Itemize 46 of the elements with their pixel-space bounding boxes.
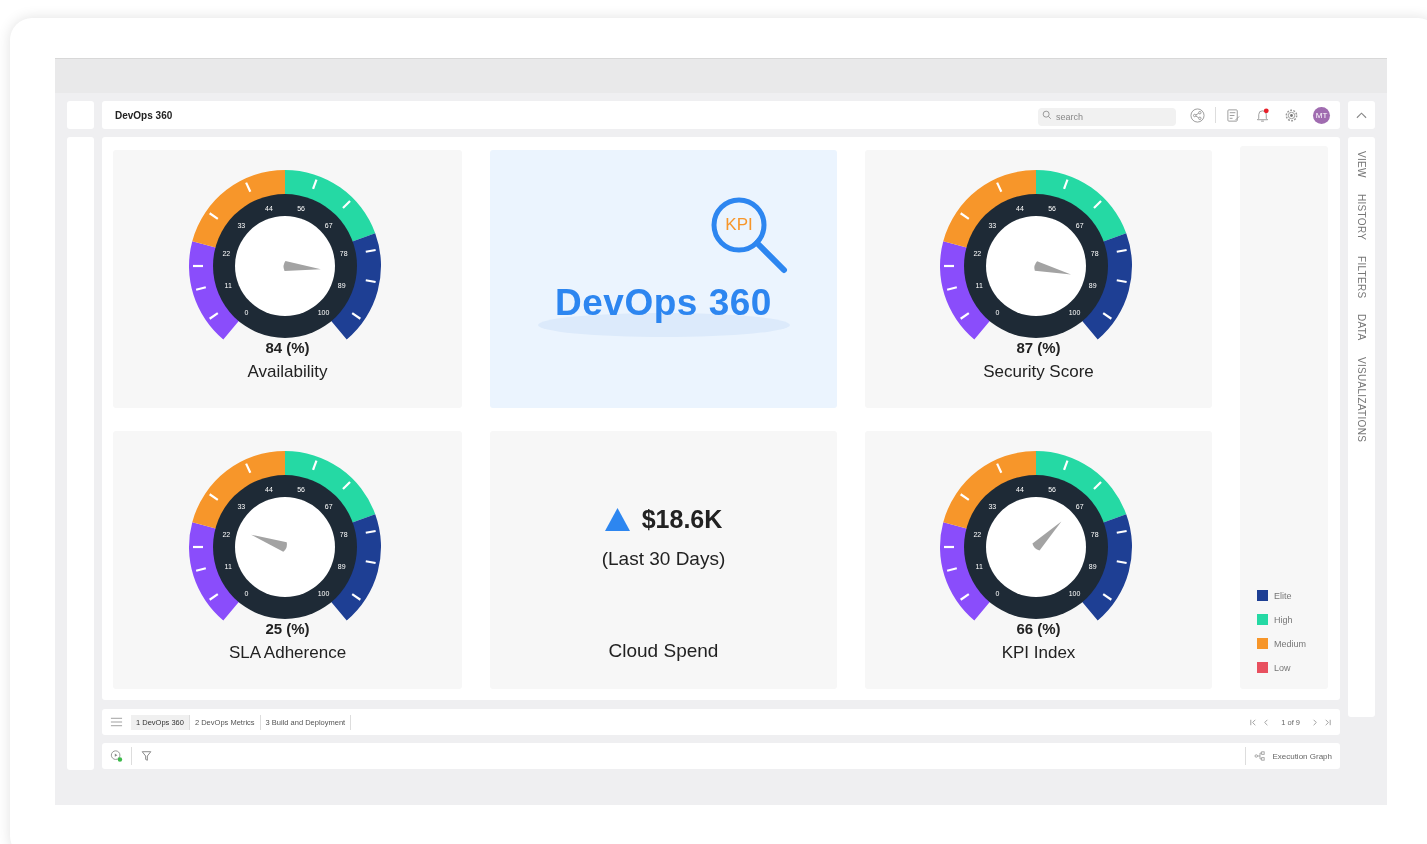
last-page-icon[interactable] <box>1323 717 1332 727</box>
side-tab[interactable]: VISUALIZATIONS <box>1356 356 1367 442</box>
settings-icon[interactable] <box>1284 107 1299 123</box>
execution-graph-button[interactable]: Execution Graph <box>1254 751 1332 761</box>
logo-title: DevOps 360 <box>554 282 773 324</box>
run-icon[interactable] <box>110 750 123 762</box>
gauge-needle <box>1033 261 1071 275</box>
gauge-label: SLA Adherence <box>228 643 347 663</box>
gauge-value: 25 (%) <box>265 620 310 637</box>
gauge-value: 66 (%) <box>1016 620 1061 637</box>
metric-value: $18.6K <box>641 505 723 534</box>
metric-label: Cloud Spend <box>608 640 719 662</box>
side-tab[interactable]: VIEW <box>1356 151 1367 178</box>
bell-icon[interactable] <box>1255 107 1270 123</box>
gauge-needle <box>1031 521 1061 551</box>
gauge-value: 87 (%) <box>1016 339 1061 356</box>
magnifier-icon <box>710 196 788 274</box>
legend-label: Medium <box>1274 638 1306 649</box>
chevron-up-icon <box>1356 111 1367 119</box>
up-triangle-icon <box>604 508 630 531</box>
side-tab[interactable]: HISTORY <box>1356 193 1367 240</box>
filter-icon[interactable] <box>140 750 153 762</box>
notes-icon[interactable] <box>1226 107 1241 123</box>
side-tab[interactable]: DATA <box>1356 314 1367 341</box>
menu-icon[interactable] <box>110 716 123 728</box>
share-icon[interactable] <box>1190 107 1205 123</box>
gauge-value: 84 (%) <box>265 339 310 356</box>
gauge-needle <box>282 261 321 271</box>
search-icon <box>1042 110 1052 120</box>
search-field[interactable]: search <box>1038 108 1176 126</box>
side-tab[interactable]: FILTERS <box>1356 255 1367 299</box>
gauge-label: Availability <box>247 362 328 382</box>
legend-label: Elite <box>1274 590 1292 601</box>
graph-icon <box>1254 751 1267 761</box>
first-page-icon[interactable] <box>1249 717 1259 727</box>
legend-label: Low <box>1274 662 1291 673</box>
gauge-label: Security Score <box>983 362 1094 382</box>
gauge-needle <box>250 534 287 552</box>
dashboard-title: DevOps 360 <box>115 109 173 121</box>
next-page-icon[interactable] <box>1310 717 1319 727</box>
metric-period: (Last 30 Days) <box>601 548 726 570</box>
gauge-label: KPI Index <box>1001 643 1076 663</box>
legend-label: High <box>1274 614 1293 625</box>
user-avatar[interactable]: MT <box>1313 106 1330 124</box>
logo-text: KPI <box>724 215 754 235</box>
collapse-button[interactable] <box>1348 101 1375 129</box>
